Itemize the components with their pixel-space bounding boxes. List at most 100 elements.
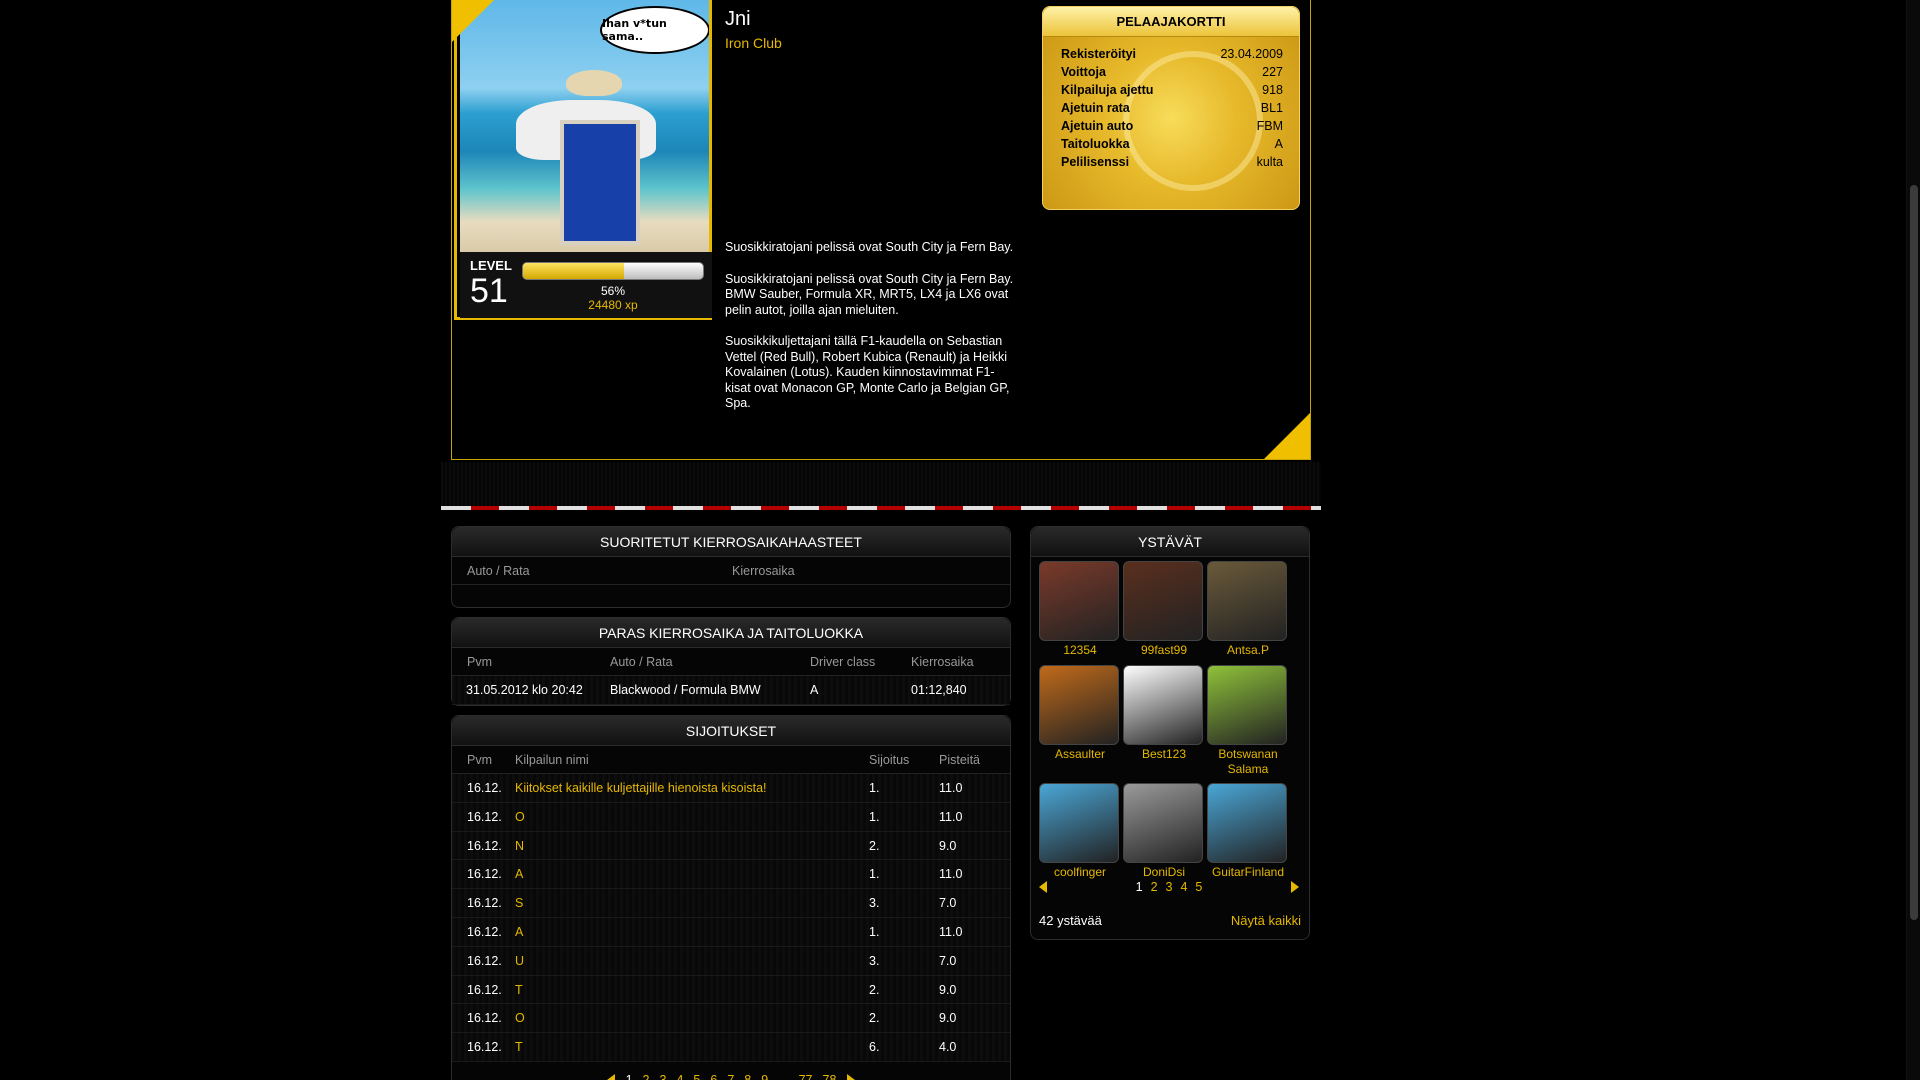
prev-arrow-icon[interactable] (1039, 880, 1047, 893)
friend-avatar[interactable] (1207, 665, 1287, 745)
friend-item[interactable]: coolfinger (1039, 783, 1121, 880)
page-link[interactable]: 5 (688, 1073, 705, 1080)
table-row: 16.12. S 3. 7.0 (452, 889, 1010, 918)
page-link[interactable]: 2 (1147, 880, 1162, 894)
friend-name-link[interactable]: 12354 (1039, 643, 1121, 658)
friend-avatar[interactable] (1123, 561, 1203, 641)
race-name-link[interactable]: A (515, 918, 869, 946)
results-pagination: 1 2 3 4 5 6 7 8 9... 77 78 (452, 1070, 1010, 1080)
friend-avatar[interactable] (1207, 561, 1287, 641)
player-card-row: Kilpailuja ajettu 918 (1061, 83, 1283, 101)
friend-name-link[interactable]: Antsa.P (1207, 643, 1289, 658)
challenges-header: Auto / Rata Kierrosaika (452, 557, 1010, 585)
friend-item[interactable]: Antsa.P (1207, 561, 1289, 658)
next-arrow-icon[interactable] (1290, 880, 1299, 893)
friend-item[interactable]: DoniDsi (1123, 783, 1205, 880)
cell-date: 16.12. (467, 809, 502, 824)
xp-progress-fill (523, 263, 624, 279)
page-link[interactable]: 1 (621, 1073, 638, 1080)
friend-avatar[interactable] (1039, 665, 1119, 745)
player-club-link[interactable]: Iron Club (725, 35, 782, 51)
friend-item[interactable]: Best123 (1123, 665, 1205, 762)
table-row: 16.12. O 1. 11.0 (452, 802, 1010, 832)
stat-value: FBM (1256, 119, 1283, 133)
prev-arrow-icon[interactable] (606, 1073, 615, 1080)
friend-name-link[interactable]: Assaulter (1039, 747, 1121, 762)
col-position: Sijoitus (869, 753, 910, 767)
race-name-link[interactable]: U (515, 947, 869, 975)
friend-avatar[interactable] (1207, 783, 1287, 863)
player-card-row: Taitoluokka A (1061, 137, 1283, 155)
table-row: 16.12. T 2. 9.0 (452, 975, 1010, 1005)
friend-name-link[interactable]: Best123 (1123, 747, 1205, 762)
page-link[interactable]: 6 (705, 1073, 722, 1080)
friend-item[interactable]: 99fast99 (1123, 561, 1205, 658)
page-link: ... (778, 1072, 789, 1080)
page-link[interactable]: 2 (638, 1073, 655, 1080)
page-link[interactable]: 77 (794, 1073, 818, 1080)
cell-points: 9.0 (939, 1011, 957, 1026)
race-name-link[interactable]: T (515, 1033, 869, 1061)
cell-points: 11.0 (939, 781, 963, 795)
stat-value: 227 (1262, 65, 1283, 79)
friend-avatar[interactable] (1123, 665, 1203, 745)
cell-date: 16.12. (467, 1040, 502, 1055)
cell-points: 7.0 (939, 953, 957, 968)
page-link[interactable]: 4 (671, 1073, 688, 1080)
friend-avatar[interactable] (1039, 783, 1119, 863)
race-name-link[interactable]: O (515, 803, 869, 831)
cell-points: 7.0 (939, 896, 957, 911)
challenges-title: SUORITETUT KIERROSAIKAHAASTEET (452, 527, 1010, 557)
friend-name-link[interactable]: Botswanan Salama (1207, 747, 1289, 777)
profile-panel: Ihan v*tun sama.. LEVEL 51 56% 24480 xp … (451, 0, 1311, 460)
player-card-row: Rekisteröityi 23.04.2009 (1061, 47, 1283, 65)
friend-avatar[interactable] (1039, 561, 1119, 641)
race-name-link[interactable]: O (515, 1004, 869, 1032)
scrollbar-thumb[interactable] (1910, 185, 1918, 920)
player-name: Jni (725, 8, 751, 30)
friend-name-link[interactable]: coolfinger (1039, 865, 1121, 880)
cell-position: 3. (869, 953, 880, 968)
friends-page-links: 12345 (1132, 879, 1207, 894)
stat-label: Ajetuin auto (1061, 119, 1134, 133)
friend-name-link[interactable]: GuitarFinland (1207, 865, 1289, 880)
friend-name-link[interactable]: 99fast99 (1123, 643, 1205, 658)
table-row: 16.12. T 6. 4.0 (452, 1033, 1010, 1062)
race-name-link[interactable]: T (515, 976, 869, 1004)
page-link[interactable]: 9 (756, 1073, 773, 1080)
page-link[interactable]: 8 (739, 1073, 756, 1080)
cell-date: 16.12. (467, 924, 502, 939)
cell-date: 16.12. (467, 982, 502, 997)
player-card-stats: Rekisteröityi 23.04.2009 Voittoja 227 Kilpai… (1061, 47, 1283, 173)
page-link[interactable]: 78 (818, 1073, 842, 1080)
friend-item[interactable]: Assaulter (1039, 665, 1121, 762)
avatar-frame: Ihan v*tun sama.. LEVEL 51 56% 24480 xp (454, 0, 712, 320)
show-all-friends-link[interactable]: Näytä kaikki (1231, 913, 1301, 928)
table-row: 16.12. A 1. 11.0 (452, 917, 1010, 947)
race-name-link[interactable]: N (515, 832, 869, 860)
page-scrollbar[interactable] (1906, 0, 1920, 1080)
page-link[interactable]: 3 (1162, 880, 1177, 894)
race-name-link[interactable]: Kiitokset kaikille kuljettajille hienois… (515, 774, 869, 802)
race-name-link[interactable]: A (515, 860, 869, 888)
level-box: LEVEL 51 56% 24480 xp (460, 252, 712, 318)
table-row: 16.12. Kiitokset kaikille kuljettajille h… (452, 774, 1010, 803)
page-link[interactable]: 1 (1132, 880, 1147, 894)
page-link[interactable]: 5 (1191, 880, 1206, 894)
friend-name-link[interactable]: DoniDsi (1123, 865, 1205, 880)
friend-item[interactable]: 12354 (1039, 561, 1121, 658)
friend-item[interactable]: GuitarFinland (1207, 783, 1289, 880)
friend-item[interactable]: Botswanan Salama (1207, 665, 1289, 777)
next-arrow-icon[interactable] (847, 1073, 856, 1080)
page-link[interactable]: 7 (722, 1073, 739, 1080)
bio-paragraph: Suosikkikuljettajani tällä F1-kaudella o… (725, 334, 1010, 410)
stat-value: BL1 (1260, 101, 1283, 115)
col-points: Pisteitä (939, 753, 980, 767)
player-card-row: Voittoja 227 (1061, 65, 1283, 83)
cell-points: 4.0 (939, 1040, 957, 1055)
xp-value: 24480 xp (588, 298, 638, 312)
page-link[interactable]: 3 (655, 1073, 672, 1080)
page-link[interactable]: 4 (1176, 880, 1191, 894)
friend-avatar[interactable] (1123, 783, 1203, 863)
race-name-link[interactable]: S (515, 889, 869, 917)
